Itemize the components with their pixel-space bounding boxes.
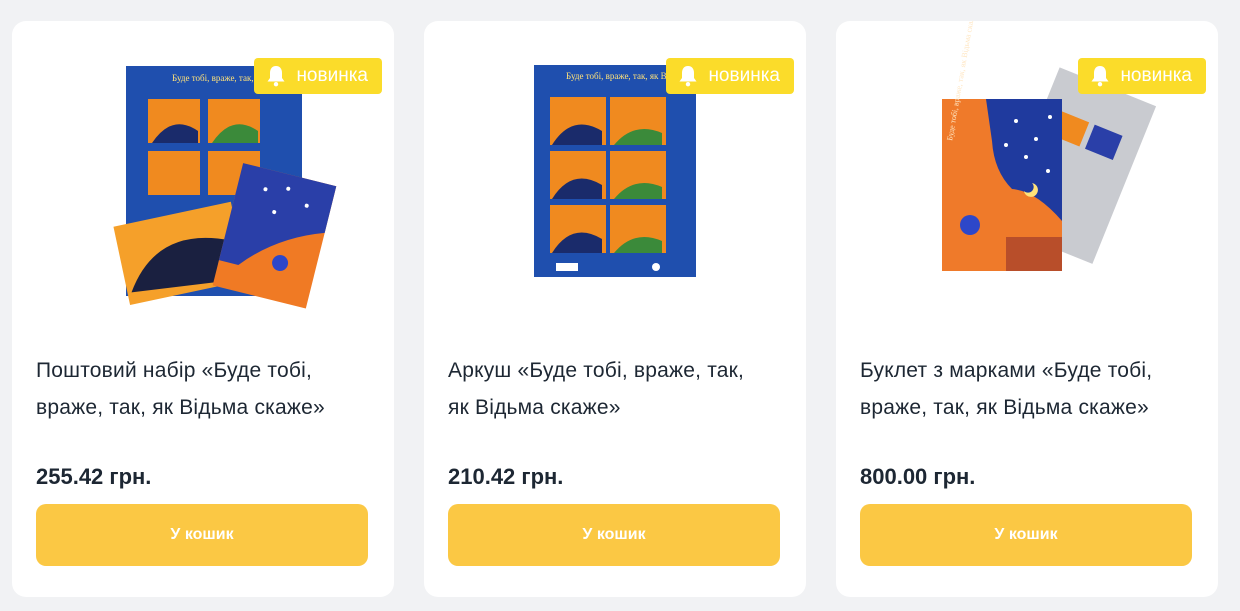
product-card[interactable]: Буде тобі, враже, так, як Відьма скаже н… xyxy=(836,12,1218,597)
product-title[interactable]: Аркуш «Буде тобі, враже, так, як Відьма … xyxy=(448,352,768,426)
badge-label: новинка xyxy=(1120,65,1192,86)
bell-icon xyxy=(1088,64,1112,88)
bell-icon xyxy=(676,64,700,88)
new-badge: новинка xyxy=(254,58,382,94)
add-to-cart-button[interactable]: У кошик xyxy=(448,504,780,566)
product-card[interactable]: Буде тобі, враже, так, як Відьма скаже н… xyxy=(12,21,394,597)
add-to-cart-button[interactable]: У кошик xyxy=(36,504,368,566)
bell-icon xyxy=(264,64,288,88)
badge-label: новинка xyxy=(708,65,780,86)
product-title[interactable]: Буклет з марками «Буде тобі, враже, так,… xyxy=(860,352,1180,426)
badge-label: новинка xyxy=(296,65,368,86)
product-card[interactable]: Буде тобі, враже, так, як Відьма скаже н… xyxy=(424,21,806,597)
new-badge: новинка xyxy=(1078,58,1206,94)
product-price: 210.42 грн. xyxy=(448,464,564,489)
product-grid: Буде тобі, враже, так, як Відьма скаже н… xyxy=(0,0,1240,611)
product-price: 255.42 грн. xyxy=(36,464,152,489)
product-title[interactable]: Поштовий набір «Буде тобі, враже, так, я… xyxy=(36,352,356,426)
new-badge: новинка xyxy=(666,58,794,94)
add-to-cart-button[interactable]: У кошик xyxy=(860,504,1192,566)
product-price: 800.00 грн. xyxy=(860,464,976,489)
